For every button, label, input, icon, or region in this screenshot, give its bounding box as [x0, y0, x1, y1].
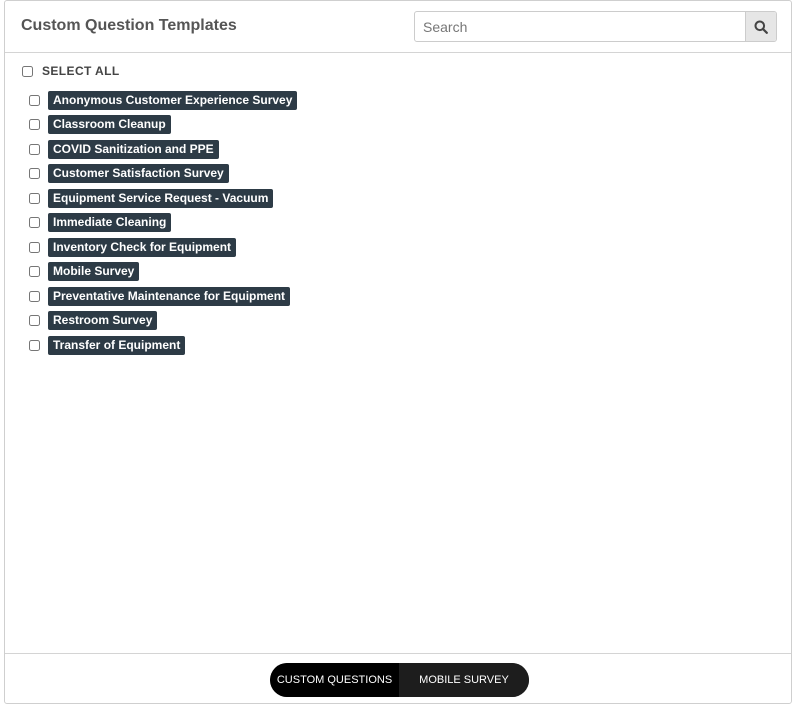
custom-questions-tab[interactable]: CUSTOM QUESTIONS	[270, 663, 399, 697]
template-checkbox[interactable]	[29, 266, 40, 278]
template-item: Restroom Survey	[29, 309, 297, 334]
select-all-row: SELECT ALL	[22, 64, 120, 78]
template-checkbox[interactable]	[29, 143, 40, 155]
template-checkbox[interactable]	[29, 315, 40, 327]
template-item: Mobile Survey	[29, 260, 297, 285]
template-label[interactable]: Equipment Service Request - Vacuum	[48, 188, 274, 208]
template-label[interactable]: Mobile Survey	[48, 262, 140, 282]
template-checkbox[interactable]	[29, 192, 40, 204]
template-item: Inventory Check for Equipment	[29, 235, 297, 260]
template-label[interactable]: Anonymous Customer Experience Survey	[48, 90, 298, 110]
view-toggle: CUSTOM QUESTIONS MOBILE SURVEY	[270, 663, 529, 697]
template-label[interactable]: COVID Sanitization and PPE	[48, 139, 219, 159]
page-title: Custom Question Templates	[21, 17, 237, 34]
template-item: Transfer of Equipment	[29, 333, 297, 358]
template-item: Customer Satisfaction Survey	[29, 162, 297, 187]
search-box	[414, 11, 777, 42]
select-all-checkbox[interactable]	[22, 65, 33, 77]
template-label[interactable]: Inventory Check for Equipment	[48, 237, 237, 257]
select-all-label: SELECT ALL	[42, 64, 120, 78]
template-item: Preventative Maintenance for Equipment	[29, 284, 297, 309]
template-label[interactable]: Classroom Cleanup	[48, 115, 171, 135]
panel-header: Custom Question Templates	[5, 1, 791, 53]
mobile-survey-tab[interactable]: MOBILE SURVEY	[399, 663, 529, 697]
templates-panel: Custom Question Templates SELECT ALL Ano…	[4, 0, 792, 704]
template-label[interactable]: Immediate Cleaning	[48, 213, 172, 233]
template-checkbox[interactable]	[29, 119, 40, 131]
template-item: Anonymous Customer Experience Survey	[29, 88, 298, 113]
template-checkbox[interactable]	[29, 217, 40, 229]
search-button[interactable]	[745, 12, 776, 41]
template-item: Classroom Cleanup	[29, 113, 297, 138]
template-checkbox[interactable]	[29, 339, 40, 351]
template-label[interactable]: Customer Satisfaction Survey	[48, 164, 229, 184]
template-checkbox[interactable]	[29, 241, 40, 253]
template-checkbox[interactable]	[29, 168, 40, 180]
panel-footer: CUSTOM QUESTIONS MOBILE SURVEY	[5, 653, 791, 703]
template-label[interactable]: Preventative Maintenance for Equipment	[48, 286, 291, 306]
template-checkbox[interactable]	[29, 94, 40, 106]
template-label[interactable]: Transfer of Equipment	[48, 335, 186, 355]
template-item: Equipment Service Request - Vacuum	[29, 186, 297, 211]
template-item: COVID Sanitization and PPE	[29, 137, 297, 162]
template-list: Anonymous Customer Experience Survey Clas…	[29, 88, 298, 358]
search-icon	[754, 20, 768, 34]
template-checkbox[interactable]	[29, 290, 40, 302]
template-item: Immediate Cleaning	[29, 211, 297, 236]
search-input[interactable]	[415, 12, 745, 41]
template-label[interactable]: Restroom Survey	[48, 311, 158, 331]
